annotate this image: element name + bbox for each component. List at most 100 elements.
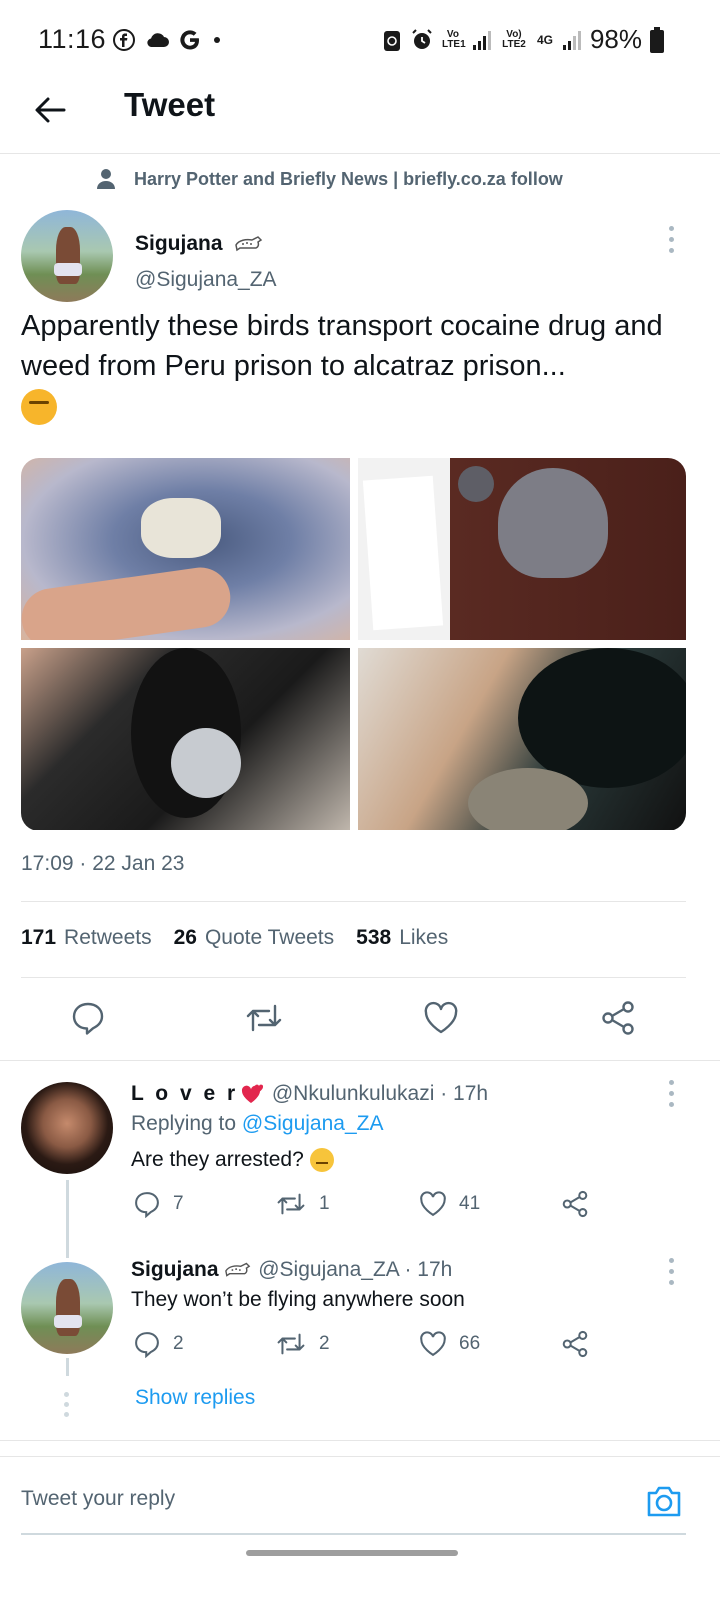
heart-icon (420, 1331, 446, 1357)
comment-icon (135, 1332, 159, 1358)
retweets-stat[interactable]: 171 Retweets (21, 926, 152, 950)
likes-count: 538 (356, 926, 392, 949)
recycle-icon (383, 30, 400, 51)
divider (0, 1440, 720, 1441)
reply-composer: Tweet your reply (0, 1456, 720, 1546)
like-button[interactable] (421, 996, 461, 1040)
reply-author-name: Sigujana (131, 1258, 219, 1281)
quotes-stat[interactable]: 26 Quote Tweets (174, 926, 335, 950)
tweet-media-grid (21, 458, 686, 831)
retweets-label: Retweets (64, 926, 152, 949)
reply-comment-count: 7 (173, 1193, 184, 1214)
reply-retweet-button[interactable]: 1 (275, 1190, 330, 1218)
reply-action-bar: 7 1 41 (131, 1190, 601, 1224)
google-icon (180, 30, 199, 50)
heart-icon (420, 1191, 446, 1217)
reply-more-options-icon[interactable] (667, 1258, 675, 1285)
camera-icon (647, 1486, 681, 1517)
arrow-left-icon (35, 97, 66, 123)
camera-button[interactable] (644, 1481, 684, 1521)
reply-like-count: 66 (459, 1333, 481, 1354)
share-icon (562, 1330, 588, 1358)
reply-more-options-icon[interactable] (667, 1080, 675, 1107)
reply-author-line[interactable]: L o v e r @Nkulunkulukazi · 17h (131, 1082, 488, 1106)
person-icon (97, 169, 115, 189)
reply-like-button[interactable]: 66 (419, 1330, 480, 1358)
reply-input[interactable]: Tweet your reply (21, 1487, 175, 1511)
dot-icon (214, 37, 220, 43)
promoted-by[interactable]: Harry Potter and Briefly News | briefly.… (96, 168, 563, 190)
notification-icons (112, 28, 220, 52)
replying-to-prefix: Replying to (131, 1112, 242, 1135)
show-replies-link[interactable]: Show replies (135, 1386, 255, 1410)
likes-stat[interactable]: 538 Likes (356, 926, 448, 950)
lte1-label: Vo LTE1 (441, 28, 466, 50)
tweet-more-options-icon[interactable] (667, 226, 675, 253)
quotes-label: Quote Tweets (204, 926, 335, 949)
reply-retweet-count: 1 (319, 1193, 330, 1214)
cloud-icon (147, 33, 169, 47)
reply-action-bar: 2 2 66 (131, 1330, 601, 1364)
home-indicator[interactable] (246, 1550, 458, 1556)
quotes-count: 26 (173, 926, 197, 949)
replying-to: Replying to @Sigujana_ZA (131, 1112, 383, 1136)
reply-handle-time: @Sigujana_ZA · 17h (258, 1258, 453, 1281)
replying-to-mention[interactable]: @Sigujana_ZA (242, 1112, 384, 1135)
reply-avatar[interactable] (21, 1082, 113, 1174)
signal-icon (472, 30, 491, 50)
page-title: Tweet (124, 86, 216, 123)
share-button[interactable] (598, 996, 638, 1040)
reply-avatar[interactable] (21, 1262, 113, 1354)
author-handle[interactable]: @Sigujana_ZA (135, 268, 277, 292)
reply-share-button[interactable] (561, 1190, 589, 1218)
reply-button[interactable] (68, 996, 108, 1040)
tweet-action-bar (0, 996, 720, 1044)
divider (21, 901, 686, 902)
reply-comment-count: 2 (173, 1333, 184, 1354)
reply-like-button[interactable]: 41 (419, 1190, 480, 1218)
status-time: 11:16 (38, 24, 107, 54)
reply-handle-time: @Nkulunkulukazi · 17h (271, 1082, 489, 1105)
reply-author-line[interactable]: Sigujana @Sigujana_ZA · 17h (131, 1258, 452, 1282)
retweets-count: 171 (21, 926, 57, 949)
author-avatar[interactable] (21, 210, 113, 302)
media-photo-4[interactable] (358, 648, 686, 830)
neutral-face-emoji (309, 1148, 334, 1173)
tweet-body: Apparently these birds transport cocaine… (21, 310, 663, 382)
reply-input-underline (21, 1533, 686, 1535)
retweet-icon (277, 1333, 305, 1355)
status-bar: 11:16 Vo LTE1 Vo) LTE2 4G 98% (0, 0, 720, 80)
reply-text: They won’t be flying anywhere soon (131, 1288, 465, 1312)
reply-retweet-button[interactable]: 2 (275, 1330, 330, 1358)
tweet-text: Apparently these birds transport cocaine… (21, 306, 701, 426)
leopard-icon (235, 236, 263, 252)
reply-comment-button[interactable]: 7 (133, 1190, 184, 1218)
thread-connector (66, 1358, 69, 1376)
reply-share-button[interactable] (561, 1330, 589, 1358)
tweet-stats: 171 Retweets 26 Quote Tweets 538 Likes (21, 926, 448, 950)
author-name[interactable]: Sigujana (135, 232, 264, 256)
comment-icon (72, 1002, 104, 1035)
facebook-icon (113, 29, 135, 51)
reply-body: They won’t be flying anywhere soon (131, 1288, 465, 1311)
reply-like-count: 41 (459, 1193, 481, 1214)
comment-icon (135, 1192, 159, 1218)
media-photo-3[interactable] (21, 648, 350, 830)
leopard-icon (225, 1263, 251, 1278)
thread-dots (64, 1392, 69, 1417)
back-button[interactable] (28, 88, 72, 132)
share-icon (562, 1190, 588, 1218)
retweet-icon (277, 1193, 305, 1215)
media-photo-1[interactable] (21, 458, 350, 640)
app-header: Tweet (0, 72, 720, 154)
promoted-by-text: Harry Potter and Briefly News | briefly.… (134, 168, 563, 189)
battery-percent: 98% (589, 24, 642, 54)
media-photo-2[interactable] (358, 458, 686, 640)
reply-comment-button[interactable]: 2 (133, 1330, 184, 1358)
signal-icon-2 (562, 30, 581, 50)
tweet-timestamp: 17:09 · 22 Jan 23 (21, 852, 185, 875)
likes-label: Likes (399, 926, 449, 949)
retweet-button[interactable] (244, 996, 284, 1040)
heart-emoji-icon (241, 1085, 264, 1104)
thinking-face-emoji (21, 389, 57, 426)
